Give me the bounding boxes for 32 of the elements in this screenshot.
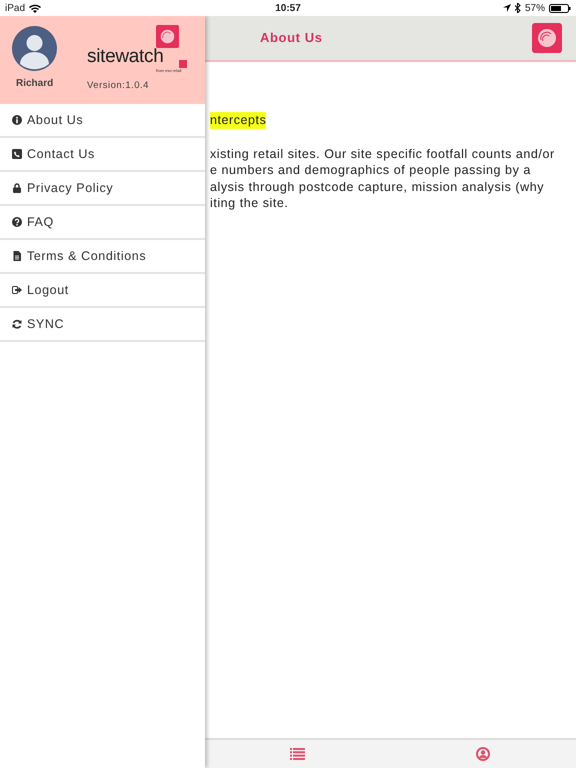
sync-icon: [12, 319, 22, 329]
wifi-icon: [29, 4, 42, 12]
highlighted-heading: ntercepts: [210, 112, 266, 128]
menu-item[interactable]: About Us: [0, 104, 205, 138]
menu-item[interactable]: Contact Us: [0, 138, 205, 172]
user-name: Richard: [16, 77, 54, 91]
menu-item[interactable]: SYNC: [0, 308, 205, 342]
document-icon: [12, 251, 22, 261]
clock: 10:57: [275, 2, 301, 14]
phone-icon: [12, 149, 22, 159]
user-icon: [476, 747, 490, 761]
device-name: iPad: [5, 2, 26, 16]
battery-percentage: 57%: [524, 2, 545, 16]
bluetooth-icon: [514, 3, 521, 13]
list-icon: [290, 748, 306, 760]
sign-out-icon: [12, 285, 22, 295]
location-arrow-icon: [502, 4, 511, 12]
version-label: Version:1.0.4: [87, 79, 149, 93]
app-logo-icon: [532, 23, 562, 53]
brand-logo-icon: [156, 25, 179, 48]
lock-icon: [12, 183, 22, 193]
page-title: About Us: [260, 29, 323, 48]
body-paragraph: xisting retail sites. Our site specific footfall counts and/or e numbers and demographics of people passing by a alysis through postcode capture, mission analysis (why iting the site.: [210, 146, 556, 212]
menu-item[interactable]: Privacy Policy: [0, 172, 205, 206]
question-icon: [12, 217, 22, 227]
avatar-icon: [12, 26, 57, 71]
menu-item[interactable]: FAQ: [0, 206, 205, 240]
battery-icon: [549, 4, 571, 12]
info-icon: [12, 115, 22, 125]
menu-item[interactable]: Terms & Conditions: [0, 240, 205, 274]
menu-item[interactable]: Logout: [0, 274, 205, 308]
brand-name: sitewatch: [87, 47, 164, 66]
